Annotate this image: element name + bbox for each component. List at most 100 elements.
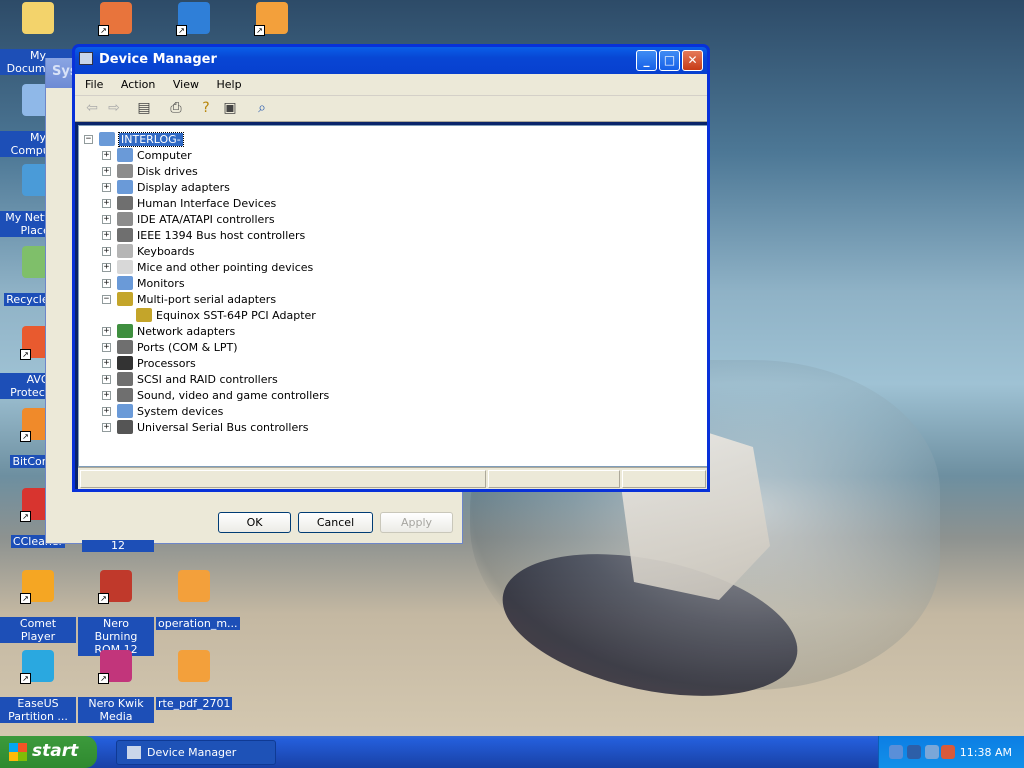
folder-documents-icon — [22, 2, 54, 34]
eye-app-icon: ↗ — [98, 2, 132, 36]
partial-icon-label[interactable]: 12 — [82, 540, 154, 552]
pdf-file-icon: ↗ — [254, 2, 288, 36]
scan-hardware-icon[interactable]: ⌕ — [253, 100, 271, 118]
taskbar-device-manager[interactable]: Device Manager — [116, 740, 276, 765]
tree-node[interactable]: + Universal Serial Bus controllers — [102, 419, 308, 435]
tree-node[interactable]: + Ports (COM & LPT) — [102, 339, 238, 355]
desktop-icon[interactable]: rte_pdf_2701 — [156, 650, 233, 710]
expand-toggle[interactable]: + — [102, 230, 111, 240]
device-tree[interactable]: − INTERLOG- + Computer + Disk drives + Displa… — [78, 125, 707, 467]
close-button[interactable]: ✕ — [682, 50, 703, 71]
desktop-icon[interactable]: ↗ Comet Player — [0, 570, 76, 643]
expand-toggle[interactable]: + — [102, 326, 111, 336]
properties-icon[interactable]: ▣ — [221, 100, 239, 118]
desktop-icon-label: EaseUS Partition ... — [0, 697, 76, 723]
desktop-icon[interactable]: ↗Nero Burning ROM 12 — [78, 570, 154, 656]
expand-toggle[interactable]: + — [102, 390, 111, 400]
tree-node[interactable]: + Keyboards — [102, 243, 194, 259]
task-label: Device Manager — [147, 746, 237, 759]
expand-toggle[interactable]: + — [102, 150, 111, 160]
device-manager-icon — [127, 746, 141, 759]
menu-action[interactable]: Action — [121, 78, 155, 91]
cancel-button[interactable]: Cancel — [298, 512, 373, 533]
keyboard-icon — [117, 244, 133, 258]
computer-icon — [99, 132, 115, 146]
taskbar: start Device Manager 11:38 AM — [0, 736, 1024, 768]
tree-node[interactable]: + SCSI and RAID controllers — [102, 371, 278, 387]
expand-toggle[interactable]: + — [102, 406, 111, 416]
expand-toggle[interactable]: + — [102, 214, 111, 224]
desktop-icon[interactable]: ↗ Nero Kwik Media — [78, 650, 154, 723]
expand-toggle[interactable]: + — [102, 262, 111, 272]
star-player-icon: ↗ — [20, 570, 54, 604]
network-tray-icon[interactable] — [889, 745, 903, 759]
ieee1394-icon — [117, 228, 133, 242]
apply-button[interactable]: Apply — [380, 512, 453, 533]
expand-toggle[interactable]: + — [102, 374, 111, 384]
status-pane-2 — [488, 470, 620, 488]
expand-toggle[interactable]: + — [102, 342, 111, 352]
menu-help[interactable]: Help — [216, 78, 241, 91]
shortcut-arrow-icon: ↗ — [20, 593, 31, 604]
tree-node[interactable]: + System devices — [102, 403, 223, 419]
disk-drive-icon — [117, 164, 133, 178]
nero-burning-icon: ↗ — [98, 570, 132, 604]
expand-toggle[interactable]: + — [102, 358, 111, 368]
expand-toggle[interactable]: + — [102, 182, 111, 192]
speaker-tray-icon[interactable] — [925, 745, 939, 759]
device-manager-window[interactable]: Device Manager _ □ ✕ File Action View He… — [72, 44, 710, 492]
device-manager-titlebar[interactable]: Device Manager _ □ ✕ — [75, 47, 707, 74]
tree-node-label: Keyboards — [137, 244, 195, 258]
tree-node-label: Monitors — [137, 276, 185, 290]
port-icon — [117, 340, 133, 354]
properties-help-icon[interactable]: ? — [197, 100, 215, 118]
system-devices-icon — [117, 404, 133, 418]
maximize-button[interactable]: □ — [659, 50, 680, 71]
security-tray-icon[interactable] — [941, 745, 955, 759]
minimize-button[interactable]: _ — [636, 50, 657, 71]
back-arrow-icon[interactable]: ⇦ — [83, 100, 101, 118]
tree-node-label: Human Interface Devices — [137, 196, 277, 210]
tree-node[interactable]: + Network adapters — [102, 323, 235, 339]
tree-node[interactable]: + IEEE 1394 Bus host controllers — [102, 227, 305, 243]
expand-toggle[interactable]: + — [102, 166, 111, 176]
tree-node[interactable]: + Computer — [102, 147, 192, 163]
show-hide-tree-icon[interactable]: ▤ — [135, 100, 153, 118]
collapse-toggle[interactable]: − — [102, 294, 111, 304]
shortcut-arrow-icon: ↗ — [98, 673, 109, 684]
root-label: INTERLOG- — [118, 131, 184, 147]
print-icon[interactable]: ⎙ — [167, 100, 185, 118]
tree-node[interactable]: + Monitors — [102, 275, 185, 291]
desktop-icon[interactable]: operation_m... — [156, 570, 240, 630]
tree-root[interactable]: − INTERLOG- — [84, 131, 184, 147]
tree-node[interactable]: + Disk drives — [102, 163, 198, 179]
collapse-toggle[interactable]: − — [84, 134, 93, 144]
tree-node[interactable]: + Sound, video and game controllers — [102, 387, 329, 403]
menu-file[interactable]: File — [85, 78, 103, 91]
expand-toggle[interactable]: + — [102, 198, 111, 208]
tree-child-node[interactable]: Equinox SST-64P PCI Adapter — [136, 307, 316, 323]
tree-node[interactable]: + Human Interface Devices — [102, 195, 276, 211]
forward-arrow-icon[interactable]: ⇨ — [105, 100, 123, 118]
tree-node[interactable]: + Processors — [102, 355, 196, 371]
clock[interactable]: 11:38 AM — [960, 746, 1012, 759]
expand-toggle[interactable]: + — [102, 246, 111, 256]
tree-node[interactable]: + IDE ATA/ATAPI controllers — [102, 211, 275, 227]
expand-toggle[interactable]: + — [102, 422, 111, 432]
shortcut-arrow-icon: ↗ — [98, 593, 109, 604]
tree-node[interactable]: + Display adapters — [102, 179, 230, 195]
menu-view[interactable]: View — [173, 78, 199, 91]
display-tray-icon[interactable] — [907, 745, 921, 759]
start-button[interactable]: start — [0, 736, 97, 768]
tree-node[interactable]: − Multi-port serial adapters — [102, 291, 276, 307]
expand-toggle[interactable]: + — [102, 278, 111, 288]
tree-node[interactable]: + Mice and other pointing devices — [102, 259, 313, 275]
serial-adapter-icon — [136, 308, 152, 322]
scsi-icon — [117, 372, 133, 386]
device-manager-icon — [79, 52, 93, 65]
toolbar: ⇦ ⇨ ▤ ⎙ ? ▣ ⌕ — [75, 96, 707, 122]
tree-node-label: Equinox SST-64P PCI Adapter — [156, 308, 316, 322]
desktop-icon[interactable]: ↗ EaseUS Partition ... — [0, 650, 76, 723]
ok-button[interactable]: OK — [218, 512, 291, 533]
tree-node-label: Display adapters — [137, 180, 230, 194]
